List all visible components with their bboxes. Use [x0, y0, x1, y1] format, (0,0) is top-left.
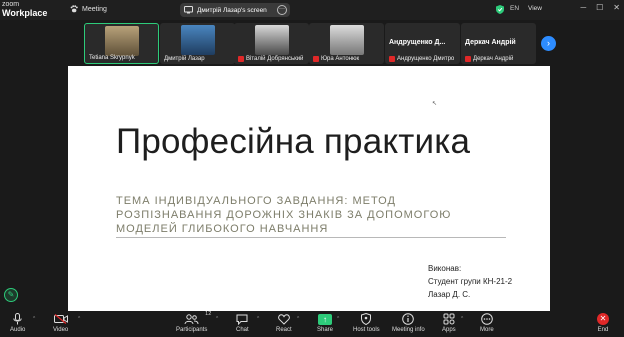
share-arrow-icon: ↑: [318, 313, 332, 325]
slide-divider: [116, 237, 506, 238]
slide-author-block: Виконав: Студент групи КН-21-2 Лазар Д. …: [428, 262, 512, 301]
next-page-button[interactable]: ›: [541, 36, 556, 51]
monitor-icon: [184, 6, 193, 14]
participant-name: Віталій Добрянський: [238, 56, 303, 62]
participant-video: [104, 26, 139, 56]
muted-mic-icon: [389, 56, 395, 62]
more-label: More: [480, 327, 494, 333]
annotate-pen-icon[interactable]: ✎: [4, 288, 18, 302]
audio-button[interactable]: Audio: [10, 312, 25, 333]
zoom-logo: zoom Workplace: [2, 1, 48, 18]
participants-strip: Tetiana Skrypnyk Дмитрій Лазар Віталій Д…: [0, 20, 624, 66]
close-icon[interactable]: ✕: [613, 3, 620, 12]
info-icon: [402, 313, 415, 325]
host-tools-button[interactable]: Host tools: [353, 312, 380, 333]
language-indicator[interactable]: EN: [510, 5, 519, 12]
slide-title: Професійна практика: [116, 122, 471, 161]
participants-caret-icon[interactable]: ⌃: [215, 316, 219, 322]
more-dots-icon: [481, 313, 493, 325]
chevron-right-icon: ›: [547, 38, 550, 48]
participant-video: [329, 25, 364, 55]
apps-button[interactable]: Apps: [442, 312, 456, 333]
chat-label: Chat: [236, 327, 249, 333]
author-line: Виконав:: [428, 264, 462, 273]
participant-tile[interactable]: Юра Антонюк: [309, 23, 384, 64]
apps-caret-icon[interactable]: ⌃: [460, 316, 464, 322]
participant-display-name: Андрущенко Д...: [389, 39, 446, 46]
share-button[interactable]: ↑ Share: [317, 312, 333, 333]
participant-name: Tetiana Skrypnyk: [89, 55, 135, 61]
participant-video: [254, 25, 289, 55]
muted-mic-icon: [238, 56, 244, 62]
author-line: Студент групи КН-21-2: [428, 277, 513, 286]
screen-share-label: Дмитрій Лазар's screen: [197, 6, 267, 14]
camera-off-icon: [53, 314, 68, 324]
participants-count: 12: [205, 311, 212, 317]
mouse-cursor-icon: ↖: [432, 101, 438, 107]
chat-icon: [236, 314, 248, 325]
heart-icon: [278, 313, 290, 325]
react-button[interactable]: React: [276, 312, 292, 333]
audio-caret-icon[interactable]: ⌃: [32, 316, 36, 322]
participant-tile[interactable]: Tetiana Skrypnyk: [84, 23, 159, 64]
apps-icon: [443, 313, 455, 325]
participant-name: Юра Антонюк: [313, 56, 359, 62]
more-options-icon[interactable]: ···: [277, 5, 287, 15]
participant-tile[interactable]: Віталій Добрянський: [234, 23, 309, 64]
react-label: React: [276, 327, 292, 333]
window-controls: ─ ☐ ✕: [580, 3, 620, 12]
slide-subtitle: ТЕМА ІНДИВІДУАЛЬНОГО ЗАВДАННЯ: МЕТОД РОЗ…: [116, 195, 452, 235]
end-call-icon: ✕: [597, 313, 609, 325]
more-button[interactable]: More: [480, 312, 494, 333]
participant-tile[interactable]: Дмитрій Лазар: [160, 23, 235, 64]
participants-icon: [184, 313, 199, 324]
meeting-info-button[interactable]: Meeting info: [392, 312, 425, 333]
meeting-label: Meeting: [82, 5, 107, 13]
share-caret-icon[interactable]: ⌃: [336, 316, 340, 322]
minimize-icon[interactable]: ─: [580, 3, 586, 12]
end-label: End: [597, 327, 609, 333]
participant-name: Дмитрій Лазар: [164, 56, 205, 62]
shared-slide: Професійна практика ТЕМА ІНДИВІДУАЛЬНОГО…: [68, 66, 550, 311]
audio-label: Audio: [10, 327, 26, 333]
participants-label: Participants: [176, 327, 208, 333]
video-button[interactable]: Video: [53, 312, 68, 333]
video-label: Video: [53, 327, 69, 333]
apps-label: Apps: [442, 327, 456, 333]
chat-button[interactable]: Chat: [236, 312, 249, 333]
meeting-menu[interactable]: Meeting: [70, 5, 107, 13]
participant-tile[interactable]: Деркач Андрій Деркач Андрій: [461, 23, 536, 64]
react-caret-icon[interactable]: ⌃: [296, 316, 300, 322]
muted-mic-icon: [313, 56, 319, 62]
host-shield-icon: [361, 313, 372, 325]
share-label: Share: [317, 327, 334, 333]
microphone-icon: [13, 313, 22, 325]
participant-display-name: Деркач Андрій: [465, 39, 516, 46]
participant-name: Деркач Андрій: [465, 56, 513, 62]
share-stage: Професійна практика ТЕМА ІНДИВІДУАЛЬНОГО…: [0, 66, 624, 311]
logo-workplace-text: Workplace: [2, 8, 48, 18]
participant-tile[interactable]: Андрущенко Д... Андрущенко Дмитро: [385, 23, 460, 64]
muted-mic-icon: [465, 56, 471, 62]
meeting-info-label: Meeting info: [392, 327, 425, 333]
participant-video: [180, 25, 215, 55]
author-line: Лазар Д. С.: [428, 290, 471, 299]
chat-caret-icon[interactable]: ⌃: [256, 316, 260, 322]
paw-icon: [70, 5, 78, 13]
view-menu[interactable]: View: [528, 5, 542, 12]
participant-name: Андрущенко Дмитро: [389, 56, 454, 62]
meeting-toolbar: Audio ⌃ Video ⌃ 12 Participants ⌃ Chat ⌃…: [0, 311, 624, 337]
end-button[interactable]: ✕ End: [597, 312, 609, 333]
screen-share-pill[interactable]: Дмитрій Лазар's screen ···: [180, 3, 290, 17]
top-bar: zoom Workplace Meeting Дмитрій Лазар's s…: [0, 0, 624, 20]
participants-button[interactable]: 12 Participants: [176, 311, 211, 333]
host-tools-label: Host tools: [353, 327, 380, 333]
maximize-icon[interactable]: ☐: [596, 3, 603, 12]
shield-icon[interactable]: [496, 5, 504, 14]
video-caret-icon[interactable]: ⌃: [77, 316, 81, 322]
